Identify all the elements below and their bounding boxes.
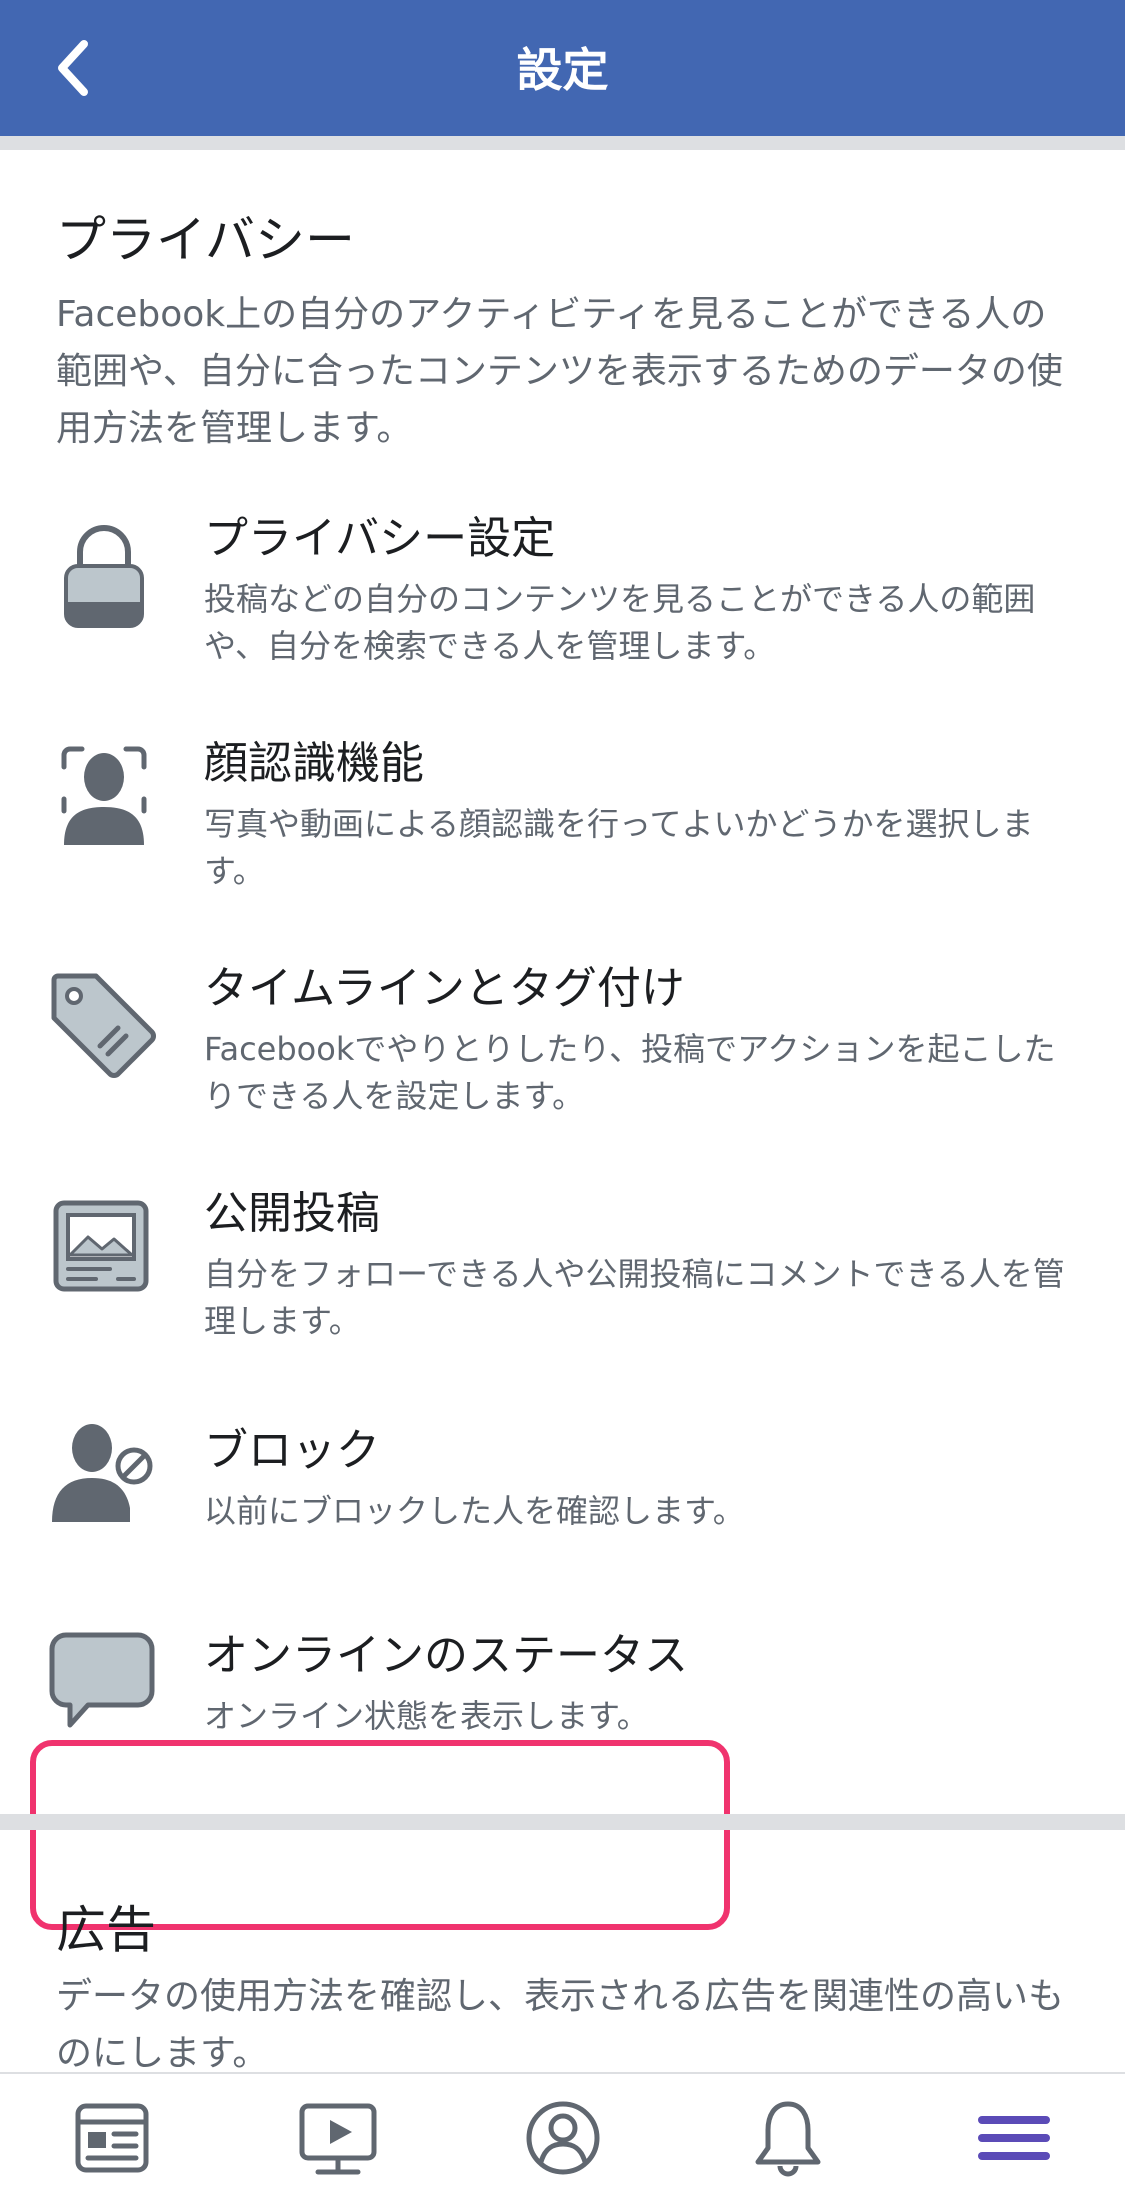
timeline-tagging-label: タイムラインとタグ付け (204, 963, 685, 1014)
block-description: 以前にブロックした人を確認します。 (204, 1492, 745, 1530)
ads-section-title: 広告 (56, 1901, 156, 1959)
block-user-icon (48, 1420, 160, 1532)
public-post-icon (48, 1193, 160, 1305)
tab-notifications[interactable] (746, 2096, 830, 2180)
ads-section-description: データの使用方法を確認し、表示される広告を関連性の高いものにします。 (56, 1976, 1065, 2074)
top-nav-bar: 設定 (0, 0, 1125, 136)
section-divider (0, 1814, 1125, 1830)
public-posts-description: 自分をフォローできる人や公開投稿にコメントできる人を管理します。 (204, 1255, 1065, 1340)
video-icon (299, 2103, 377, 2175)
menu-icon (978, 2116, 1050, 2160)
privacy-section-title: プライバシー (56, 211, 355, 269)
profile-icon (526, 2101, 600, 2175)
ads-section: 広告 データの使用方法を確認し、表示される広告を関連性の高いものにします。 (0, 1830, 1125, 2074)
face-recognition-description: 写真や動画による顔認識を行ってよいかどうかを選択します。 (204, 805, 1034, 890)
timeline-tagging-description: Facebookでやりとりしたり、投稿でアクションを起こしたりできる人を設定しま… (204, 1030, 1056, 1115)
timeline-tagging-item[interactable]: タイムラインとタグ付け Facebookでやりとりしたり、投稿でアクションを起こ… (0, 950, 1125, 1115)
privacy-section: プライバシー Facebook上の自分のアクティビティを見ることができる人の範囲… (0, 150, 1125, 1930)
public-posts-item[interactable]: 公開投稿 自分をフォローできる人や公開投稿にコメントできる人を管理します。 (0, 1175, 1125, 1340)
face-recognition-label: 顔認識機能 (204, 738, 424, 789)
block-item[interactable]: ブロック 以前にブロックした人を確認します。 (0, 1410, 1125, 1540)
online-status-label: オンラインのステータス (204, 1630, 688, 1681)
face-recognition-icon (48, 737, 160, 849)
block-label: ブロック (204, 1425, 380, 1476)
public-posts-label: 公開投稿 (204, 1188, 380, 1239)
tab-news-feed[interactable] (70, 2096, 154, 2180)
online-status-item[interactable]: オンラインのステータス オンライン状態を表示します。 (0, 1615, 1125, 1745)
news-feed-icon (75, 2103, 149, 2173)
page-title: 設定 (516, 43, 609, 97)
online-status-description: オンライン状態を表示します。 (204, 1697, 649, 1735)
tab-video[interactable] (296, 2096, 380, 2180)
bottom-tab-bar (0, 2072, 1125, 2202)
face-recognition-item[interactable]: 顔認識機能 写真や動画による顔認識を行ってよいかどうかを選択します。 (0, 725, 1125, 890)
privacy-section-description: Facebook上の自分のアクティビティを見ることができる人の範囲や、自分に合っ… (56, 294, 1063, 449)
tag-icon (48, 970, 160, 1082)
tab-profile[interactable] (521, 2096, 605, 2180)
header-divider (0, 136, 1125, 150)
lock-icon (48, 518, 160, 630)
privacy-settings-item[interactable]: プライバシー設定 投稿などの自分のコンテンツを見ることができる人の範囲や、自分を… (0, 500, 1125, 665)
privacy-settings-description: 投稿などの自分のコンテンツを見ることができる人の範囲や、自分を検索できる人を管理… (204, 580, 1036, 665)
tab-menu[interactable] (972, 2096, 1056, 2180)
bell-icon (755, 2101, 821, 2177)
chat-bubble-icon (48, 1629, 160, 1741)
privacy-settings-label: プライバシー設定 (204, 513, 556, 564)
